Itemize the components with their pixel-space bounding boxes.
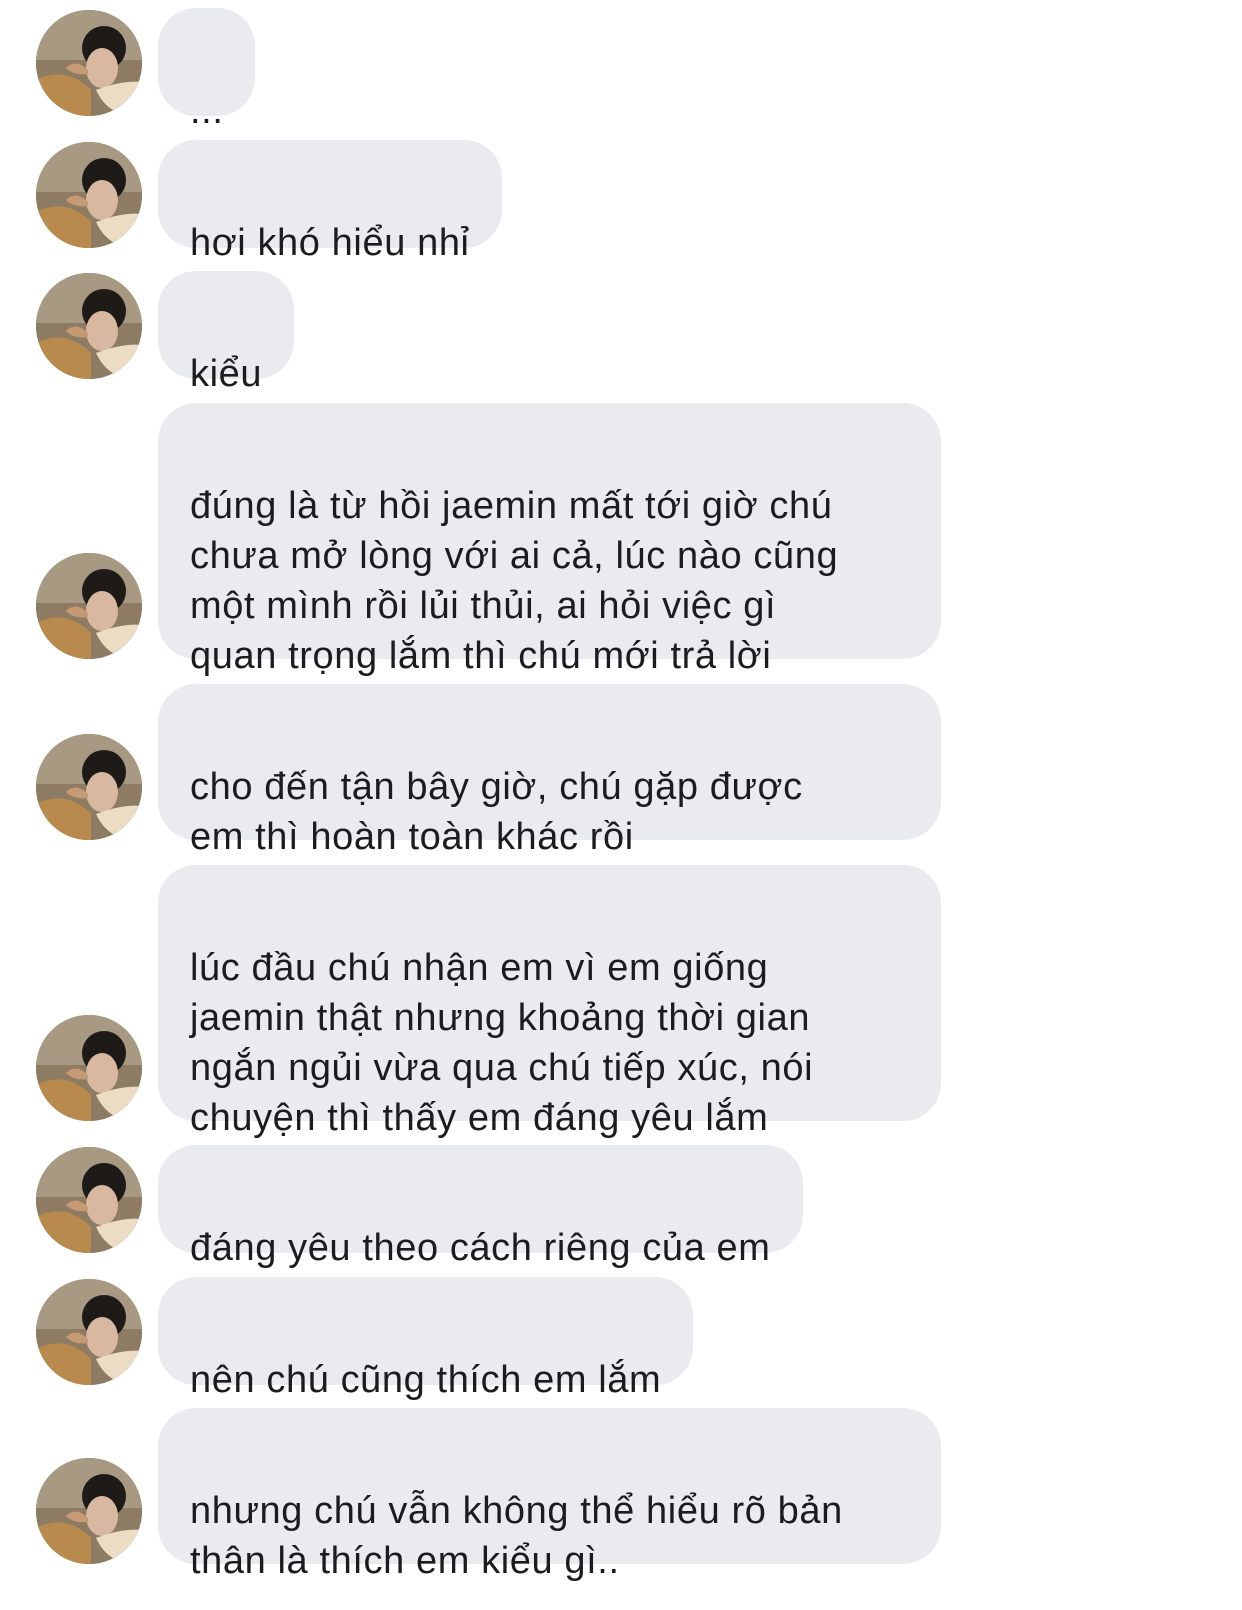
avatar[interactable] (36, 10, 142, 116)
message-row: cho đến tận bây giờ, chú gặp được em thì… (0, 684, 1242, 858)
message-row: kiểu (0, 271, 1242, 395)
message-bubble[interactable]: đúng là từ hồi jaemin mất tới giờ chú ch… (158, 403, 941, 677)
message-text: lúc đầu chú nhận em vì em giống jaemin t… (190, 947, 814, 1139)
avatar[interactable] (36, 1279, 142, 1385)
message-text: nên chú cũng thích em lắm (190, 1359, 662, 1401)
message-row: đáng yêu theo cách riêng của em (0, 1145, 1242, 1269)
avatar[interactable] (36, 273, 142, 379)
avatar[interactable] (36, 1015, 142, 1121)
message-row: ... (0, 8, 1242, 132)
message-thread: ... hơi khó hiểu nhỉ kiểu đúng là từ hồi… (0, 0, 1242, 1610)
message-bubble[interactable]: hơi khó hiểu nhỉ (158, 140, 502, 264)
message-bubble[interactable]: lúc đầu chú nhận em vì em giống jaemin t… (158, 865, 941, 1139)
message-bubble[interactable]: nên chú cũng thích em lắm (158, 1277, 694, 1401)
message-row: lúc đầu chú nhận em vì em giống jaemin t… (0, 865, 1242, 1139)
avatar[interactable] (36, 1147, 142, 1253)
message-text: ... (190, 90, 224, 132)
avatar[interactable] (36, 142, 142, 248)
message-text: nhưng chú vẫn không thể hiểu rõ bản thân… (190, 1490, 843, 1582)
message-text: kiểu (190, 353, 263, 395)
message-row: hơi khó hiểu nhỉ (0, 140, 1242, 264)
message-bubble[interactable]: cho đến tận bây giờ, chú gặp được em thì… (158, 684, 941, 858)
message-text: đúng là từ hồi jaemin mất tới giờ chú ch… (190, 485, 839, 677)
avatar[interactable] (36, 1458, 142, 1564)
message-row: đúng là từ hồi jaemin mất tới giờ chú ch… (0, 403, 1242, 677)
message-row: nên chú cũng thích em lắm (0, 1277, 1242, 1401)
message-bubble[interactable]: đáng yêu theo cách riêng của em (158, 1145, 803, 1269)
message-text: cho đến tận bây giờ, chú gặp được em thì… (190, 766, 803, 858)
message-bubble[interactable]: kiểu (158, 271, 295, 395)
avatar[interactable] (36, 734, 142, 840)
avatar[interactable] (36, 553, 142, 659)
message-bubble[interactable]: nhưng chú vẫn không thể hiểu rõ bản thân… (158, 1408, 941, 1582)
message-text: đáng yêu theo cách riêng của em (190, 1227, 771, 1269)
message-text: hơi khó hiểu nhỉ (190, 222, 470, 264)
message-row: nhưng chú vẫn không thể hiểu rõ bản thân… (0, 1408, 1242, 1582)
message-bubble[interactable]: ... (158, 8, 256, 132)
